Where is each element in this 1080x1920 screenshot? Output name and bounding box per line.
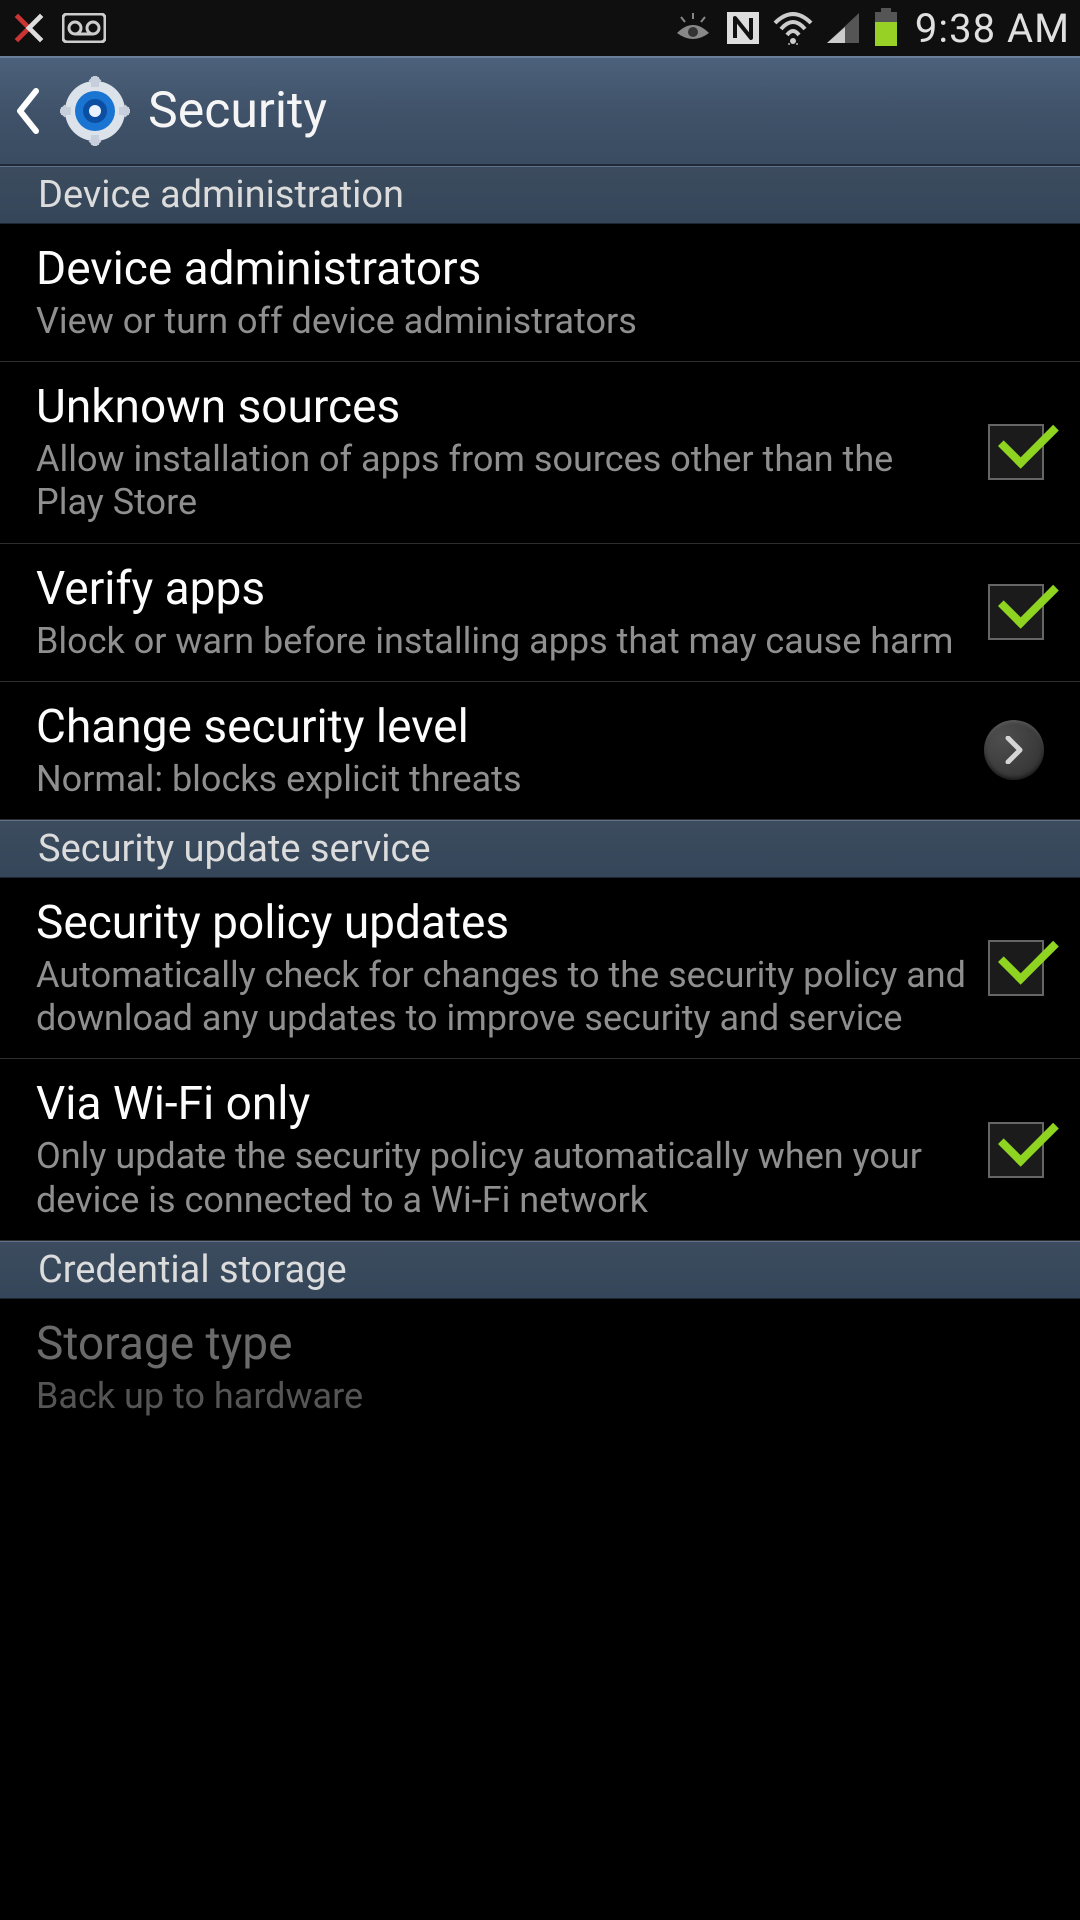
row-title: Device administrators bbox=[36, 242, 1024, 296]
row-title: Change security level bbox=[36, 700, 964, 754]
row-subtitle: Normal: blocks explicit threats bbox=[36, 758, 964, 801]
row-security-policy-updates[interactable]: Security policy updates Automatically ch… bbox=[0, 878, 1080, 1059]
section-device-administration: Device administration bbox=[0, 166, 1080, 224]
row-title: Unknown sources bbox=[36, 380, 968, 434]
row-storage-type[interactable]: Storage type Back up to hardware bbox=[0, 1299, 1080, 1436]
nfc-icon bbox=[725, 10, 761, 46]
row-title: Security policy updates bbox=[36, 896, 968, 950]
section-security-update-service: Security update service bbox=[0, 820, 1080, 878]
row-change-security-level[interactable]: Change security level Normal: blocks exp… bbox=[0, 682, 1080, 820]
chevron-right-icon bbox=[984, 720, 1044, 780]
row-subtitle: Allow installation of apps from sources … bbox=[36, 438, 968, 524]
smart-stay-icon bbox=[673, 11, 713, 45]
checkbox-via-wifi-only[interactable] bbox=[988, 1122, 1044, 1178]
status-left bbox=[10, 9, 106, 47]
row-title: Verify apps bbox=[36, 562, 968, 616]
status-right: 9:38 AM bbox=[673, 5, 1070, 52]
row-subtitle: Only update the security policy automati… bbox=[36, 1135, 968, 1221]
row-subtitle: View or turn off device administrators bbox=[36, 300, 1024, 343]
page-title: Security bbox=[148, 82, 327, 140]
checkbox-unknown-sources[interactable] bbox=[988, 424, 1044, 480]
battery-icon bbox=[873, 8, 899, 48]
checkbox-security-policy-updates[interactable] bbox=[988, 940, 1044, 996]
checkbox-verify-apps[interactable] bbox=[988, 584, 1044, 640]
back-icon[interactable] bbox=[12, 87, 42, 135]
row-unknown-sources[interactable]: Unknown sources Allow installation of ap… bbox=[0, 362, 1080, 543]
status-bar: 9:38 AM bbox=[0, 0, 1080, 56]
sync-error-icon bbox=[10, 9, 48, 47]
section-credential-storage: Credential storage bbox=[0, 1241, 1080, 1299]
settings-gear-icon bbox=[60, 76, 130, 146]
row-subtitle: Automatically check for changes to the s… bbox=[36, 954, 968, 1040]
row-title: Via Wi-Fi only bbox=[36, 1077, 968, 1131]
voicemail-icon bbox=[62, 13, 106, 43]
row-verify-apps[interactable]: Verify apps Block or warn before install… bbox=[0, 544, 1080, 682]
row-subtitle: Block or warn before installing apps tha… bbox=[36, 620, 968, 663]
row-subtitle: Back up to hardware bbox=[36, 1375, 1024, 1418]
status-time: 9:38 AM bbox=[915, 5, 1070, 52]
row-via-wifi-only[interactable]: Via Wi-Fi only Only update the security … bbox=[0, 1059, 1080, 1240]
title-bar[interactable]: Security bbox=[0, 56, 1080, 166]
wifi-icon bbox=[773, 11, 813, 45]
signal-icon bbox=[825, 11, 861, 45]
row-title: Storage type bbox=[36, 1317, 1024, 1371]
row-device-administrators[interactable]: Device administrators View or turn off d… bbox=[0, 224, 1080, 362]
